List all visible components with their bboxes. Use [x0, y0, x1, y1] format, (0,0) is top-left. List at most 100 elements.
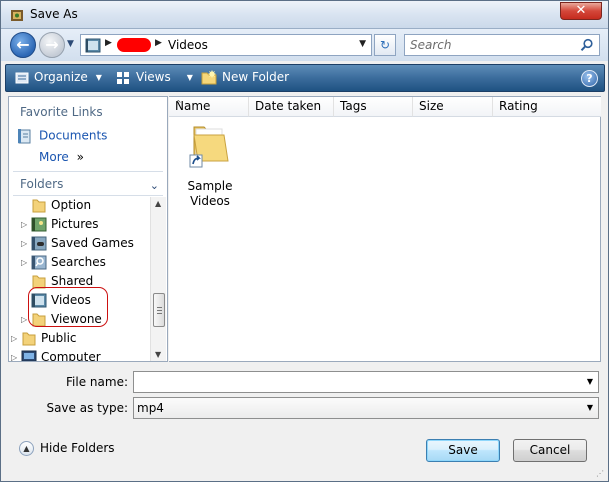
favorite-links-heading: Favorite Links	[20, 105, 103, 119]
file-item-label: Sample	[187, 179, 233, 193]
new-folder-button[interactable]: New Folder	[201, 70, 289, 85]
search-placeholder: Search	[410, 38, 452, 52]
new-folder-label: New Folder	[222, 70, 290, 84]
tree-item-public[interactable]: ▷ Public	[11, 331, 77, 350]
sort-ascending-icon: ^	[175, 99, 182, 108]
tree-item-label: Public	[41, 331, 77, 345]
window-title: Save As	[30, 7, 78, 21]
file-list-pane: Name ^ Date taken Tags Size Rating Sampl…	[169, 96, 601, 362]
tree-expander-icon[interactable]: ▷	[11, 334, 21, 343]
help-button[interactable]: ?	[581, 70, 598, 87]
dropdown-arrow-icon: ▼	[95, 73, 102, 82]
save-as-type-select[interactable]: mp4 ▼	[133, 397, 599, 419]
address-dropdown-icon[interactable]: ▼	[359, 39, 366, 49]
column-header-label: Date taken	[255, 99, 322, 113]
forward-arrow-icon: →	[45, 35, 59, 54]
views-menu[interactable]: Views ▼	[116, 70, 193, 85]
breadcrumb-current[interactable]: Videos	[168, 38, 208, 52]
tree-item-label: Pictures	[51, 217, 99, 231]
column-header-label: Size	[419, 99, 444, 113]
grip-line	[157, 313, 162, 314]
command-bar: Organize ▼ Views ▼ New Folder ?	[5, 64, 605, 92]
file-name-field[interactable]: ▼	[133, 371, 599, 393]
tree-item-label: Option	[51, 198, 92, 212]
file-item-sample-videos[interactable]: Sample Videos	[181, 121, 239, 209]
tree-item-label: Saved Games	[51, 236, 134, 250]
videos-library-icon	[85, 38, 101, 53]
tree-item-pictures[interactable]: ▷ Pictures	[21, 217, 99, 236]
refresh-button[interactable]: ↻	[374, 34, 396, 56]
pictures-icon	[31, 217, 47, 232]
breadcrumb-separator-icon[interactable]: ▶	[155, 38, 162, 48]
recent-pages-dropdown[interactable]: ▼	[67, 39, 74, 49]
tree-expander-icon[interactable]: ▷	[21, 220, 31, 229]
save-button[interactable]: Save	[426, 439, 500, 462]
refresh-icon: ↻	[379, 38, 391, 52]
column-header-rating[interactable]: Rating	[493, 97, 601, 117]
save-as-dialog: Save As ✕ ← → ▼ ▶ ▶ Videos ▼ ↻ Search Or…	[0, 0, 609, 482]
tree-expander-icon[interactable]: ▷	[21, 239, 31, 248]
forward-button[interactable]: →	[39, 32, 65, 58]
app-icon	[11, 10, 23, 21]
grip-line	[157, 307, 162, 308]
folders-heading[interactable]: Folders	[20, 177, 63, 191]
search-input[interactable]: Search	[404, 34, 600, 56]
more-label: More	[39, 150, 69, 164]
help-icon: ?	[586, 72, 593, 85]
chevron-down-icon[interactable]: ▼	[587, 403, 593, 412]
chevron-down-icon[interactable]: ▼	[587, 377, 593, 386]
scroll-up-arrow-icon[interactable]: ▲	[155, 199, 161, 208]
scroll-thumb[interactable]	[153, 293, 165, 327]
close-icon: ✕	[575, 3, 587, 18]
address-bar[interactable]: ▶ ▶ Videos ▼	[80, 34, 372, 56]
breadcrumb-separator-icon[interactable]: ▶	[105, 38, 112, 48]
favorite-link-documents[interactable]: Documents	[17, 128, 107, 144]
column-header-label: Rating	[499, 99, 538, 113]
tree-item-searches[interactable]: ▷ Searches	[21, 255, 106, 274]
grip-line	[157, 310, 162, 311]
close-button[interactable]: ✕	[560, 2, 602, 20]
chevron-up-icon: ▲	[19, 441, 34, 456]
tree-expander-icon[interactable]: ▷	[11, 353, 21, 361]
tree-scrollbar[interactable]: ▲ ▼	[150, 197, 166, 361]
tree-expander-icon[interactable]: ▷	[21, 258, 31, 267]
file-name-label: File name:	[66, 375, 128, 389]
more-favorites-link[interactable]: More »	[39, 150, 84, 164]
organize-menu[interactable]: Organize ▼	[15, 70, 102, 85]
column-header-name[interactable]: Name ^	[169, 97, 249, 117]
scroll-down-arrow-icon[interactable]: ▼	[155, 350, 161, 359]
pane-divider	[13, 171, 163, 172]
save-as-type-value: mp4	[137, 401, 164, 415]
organize-icon	[15, 72, 29, 83]
column-header-label: Tags	[340, 99, 367, 113]
views-icon	[117, 71, 129, 84]
search-icon[interactable]	[580, 38, 594, 52]
saved-games-icon	[31, 236, 47, 251]
tree-item-label: Computer	[41, 350, 101, 362]
tree-item-label: Searches	[51, 255, 106, 269]
tree-item-computer[interactable]: ▷ Computer	[11, 350, 101, 362]
column-header-tags[interactable]: Tags	[334, 97, 413, 117]
back-button[interactable]: ←	[10, 32, 36, 58]
folder-icon	[22, 332, 36, 346]
tree-item-option[interactable]: Option	[21, 198, 91, 217]
chevron-double-right-icon: »	[76, 150, 84, 164]
tree-item-saved-games[interactable]: ▷ Saved Games	[21, 236, 134, 255]
tree-item-label: Shared	[51, 274, 94, 288]
pane-divider	[13, 195, 163, 196]
favorite-link-label: Documents	[39, 128, 108, 143]
redacted-username-crumb	[117, 38, 151, 52]
resize-grip-icon[interactable]: ⋰	[596, 469, 606, 479]
computer-icon	[21, 350, 37, 361]
column-header-date-taken[interactable]: Date taken	[249, 97, 334, 117]
organize-label: Organize	[34, 70, 88, 84]
annotation-highlight	[28, 287, 108, 327]
column-header-size[interactable]: Size	[413, 97, 493, 117]
save-as-type-label: Save as type:	[46, 401, 128, 415]
cancel-button[interactable]: Cancel	[513, 439, 587, 462]
dropdown-arrow-icon: ▼	[186, 73, 193, 82]
chevron-down-icon[interactable]: ⌄	[150, 179, 159, 192]
views-label: Views	[136, 70, 171, 84]
file-item-label: Videos	[190, 194, 230, 208]
hide-folders-toggle[interactable]: ▲ Hide Folders	[19, 441, 115, 456]
